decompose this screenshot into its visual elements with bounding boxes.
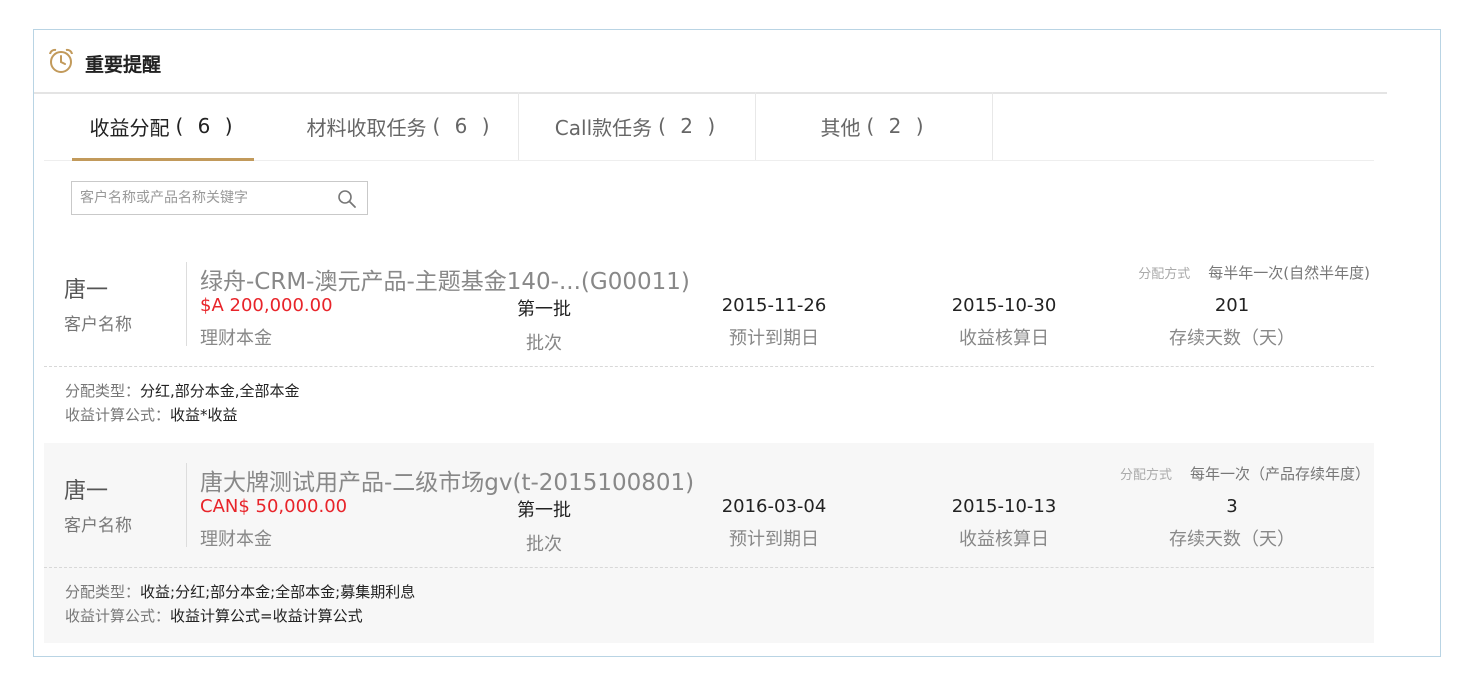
distribution-method: 分配方式 每半年一次(自然半年度) bbox=[1138, 262, 1370, 283]
card-main: 唐一 客户名称 唐大牌测试用产品-二级市场gv(t-2015100801) 分配… bbox=[44, 443, 1374, 568]
distribution-type-label: 分配类型： bbox=[65, 583, 141, 601]
client-name-label: 客户名称 bbox=[64, 516, 132, 536]
distribution-type-label: 分配类型： bbox=[65, 382, 141, 400]
search-input[interactable] bbox=[72, 182, 343, 214]
product-name[interactable]: 唐大牌测试用产品-二级市场gv(t-2015100801) bbox=[200, 463, 694, 497]
due-date: 2016-03-04 预计到期日 bbox=[709, 496, 839, 551]
distribution-type-value: 分红,部分本金,全部本金 bbox=[140, 382, 300, 400]
settlement-date-label: 收益核算日 bbox=[959, 529, 1049, 550]
tab-label: 收益分配 bbox=[89, 115, 170, 140]
tab-count: ( 6 ) bbox=[175, 114, 237, 138]
client-name-label: 客户名称 bbox=[64, 315, 132, 335]
tab-income-distribution[interactable]: 收益分配( 6 ) bbox=[58, 92, 268, 161]
product-name[interactable]: 绿舟-CRM-澳元产品-主题基金140-...(G00011) bbox=[200, 262, 690, 296]
divider bbox=[186, 463, 187, 547]
principal-label: 理财本金 bbox=[200, 529, 272, 550]
principal: CAN$ 50,000.00 理财本金 bbox=[200, 496, 347, 551]
tab-label: Call款任务 bbox=[554, 115, 653, 140]
principal-value: $A 200,000.00 bbox=[200, 295, 333, 316]
duration-days: 201 存续天数（天） bbox=[1157, 295, 1307, 350]
principal: $A 200,000.00 理财本金 bbox=[200, 295, 333, 350]
tab-count: ( 2 ) bbox=[658, 114, 720, 138]
batch: 第一批 批次 bbox=[514, 295, 574, 355]
batch-label: 批次 bbox=[526, 333, 562, 354]
client-name: 唐一 bbox=[64, 278, 109, 303]
tab-call-task[interactable]: Call款任务( 2 ) bbox=[519, 92, 756, 160]
reminder-card[interactable]: 唐一 客户名称 唐大牌测试用产品-二级市场gv(t-2015100801) 分配… bbox=[44, 443, 1374, 643]
alarm-clock-icon bbox=[49, 48, 73, 73]
principal-value: CAN$ 50,000.00 bbox=[200, 496, 348, 517]
settlement-date-value: 2015-10-30 bbox=[951, 295, 1057, 316]
distribution-method-label: 分配方式 bbox=[1119, 468, 1172, 483]
panel-title: 重要提醒 bbox=[85, 54, 162, 76]
tab-bar: 收益分配( 6 ) 材料收取任务( 6 ) Call款任务( 2 ) 其他( 2… bbox=[44, 92, 1374, 161]
formula-label: 收益计算公式： bbox=[65, 607, 171, 625]
due-date-value: 2016-03-04 bbox=[721, 496, 827, 517]
duration-days-label: 存续天数（天） bbox=[1169, 328, 1295, 349]
card-meta: 分配类型：分红,部分本金,全部本金 收益计算公式：收益*收益 bbox=[65, 379, 300, 427]
duration-days: 3 存续天数（天） bbox=[1157, 496, 1307, 551]
distribution-method: 分配方式 每年一次（产品存续年度） bbox=[1120, 463, 1370, 484]
due-date: 2015-11-26 预计到期日 bbox=[709, 295, 839, 350]
distribution-method-label: 分配方式 bbox=[1138, 267, 1191, 282]
tab-label: 其他 bbox=[820, 115, 861, 140]
due-date-label: 预计到期日 bbox=[729, 529, 819, 550]
settlement-date: 2015-10-30 收益核算日 bbox=[939, 295, 1069, 350]
client-info: 唐一 客户名称 bbox=[64, 272, 132, 335]
distribution-type-value: 收益;分红;部分本金;全部本金;募集期利息 bbox=[140, 583, 416, 601]
duration-days-value: 3 bbox=[1226, 496, 1238, 517]
distribution-method-value: 每年一次（产品存续年度） bbox=[1189, 465, 1370, 483]
panel-header: 重要提醒 bbox=[34, 30, 1387, 94]
settlement-date-value: 2015-10-13 bbox=[951, 496, 1057, 517]
distribution-method-value: 每半年一次(自然半年度) bbox=[1208, 264, 1370, 282]
divider bbox=[186, 262, 187, 346]
client-name: 唐一 bbox=[64, 479, 109, 504]
formula-value: 收益*收益 bbox=[170, 406, 238, 424]
batch-label: 批次 bbox=[526, 534, 562, 555]
batch: 第一批 批次 bbox=[514, 496, 574, 556]
client-info: 唐一 客户名称 bbox=[64, 473, 132, 536]
duration-days-label: 存续天数（天） bbox=[1169, 529, 1295, 550]
card-meta: 分配类型：收益;分红;部分本金;全部本金;募集期利息 收益计算公式：收益计算公式… bbox=[65, 580, 415, 628]
tab-count: ( 6 ) bbox=[432, 114, 494, 138]
due-date-value: 2015-11-26 bbox=[721, 295, 827, 316]
formula-label: 收益计算公式： bbox=[65, 406, 171, 424]
reminder-panel: 重要提醒 收益分配( 6 ) 材料收取任务( 6 ) Call款任务( 2 ) … bbox=[33, 29, 1441, 657]
settlement-date: 2015-10-13 收益核算日 bbox=[939, 496, 1069, 551]
tab-other[interactable]: 其他( 2 ) bbox=[756, 92, 993, 160]
batch-value: 第一批 bbox=[517, 500, 571, 521]
search-box bbox=[71, 181, 368, 215]
formula-value: 收益计算公式=收益计算公式 bbox=[170, 607, 363, 625]
tab-material-collection[interactable]: 材料收取任务( 6 ) bbox=[282, 92, 519, 160]
tab-label: 材料收取任务 bbox=[306, 115, 427, 140]
search-icon[interactable] bbox=[337, 189, 357, 209]
principal-label: 理财本金 bbox=[200, 328, 272, 349]
tab-count: ( 2 ) bbox=[866, 114, 928, 138]
settlement-date-label: 收益核算日 bbox=[959, 328, 1049, 349]
card-main: 唐一 客户名称 绿舟-CRM-澳元产品-主题基金140-...(G00011) … bbox=[44, 242, 1374, 367]
reminder-card[interactable]: 唐一 客户名称 绿舟-CRM-澳元产品-主题基金140-...(G00011) … bbox=[44, 242, 1374, 440]
due-date-label: 预计到期日 bbox=[729, 328, 819, 349]
batch-value: 第一批 bbox=[517, 299, 571, 320]
duration-days-value: 201 bbox=[1214, 295, 1250, 316]
